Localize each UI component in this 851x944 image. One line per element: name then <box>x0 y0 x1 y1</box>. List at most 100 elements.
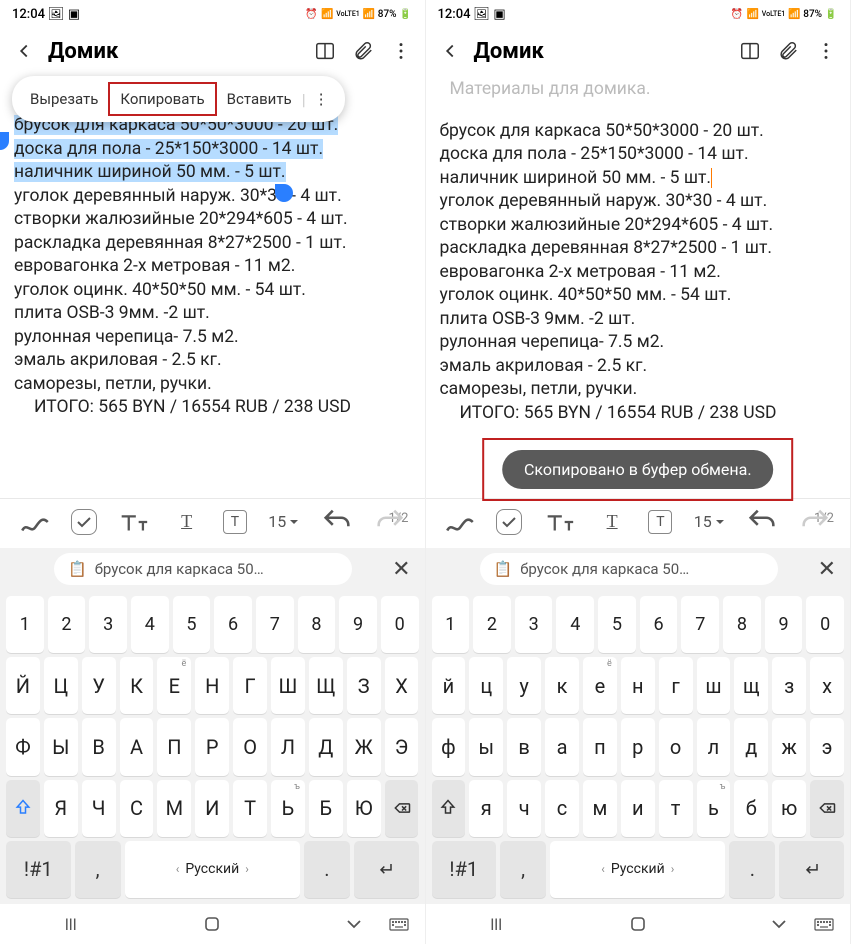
key-7[interactable]: 7 <box>681 596 719 653</box>
key-ь[interactable]: Ьъ <box>271 780 305 837</box>
key-6[interactable]: 6 <box>214 596 252 653</box>
key-backspace[interactable] <box>810 780 844 837</box>
redo-icon[interactable] <box>373 505 407 539</box>
key-з[interactable]: З <box>347 657 381 714</box>
key-р[interactable]: Р <box>195 718 229 775</box>
key-щ[interactable]: щ <box>734 657 768 714</box>
more-icon[interactable] <box>387 37 415 65</box>
key-5[interactable]: 5 <box>173 596 211 653</box>
key-symbols[interactable]: !#1 <box>432 841 497 898</box>
key-й[interactable]: Й <box>6 657 40 714</box>
key-в[interactable]: В <box>82 718 116 775</box>
keyboard-switch-icon[interactable] <box>812 912 836 936</box>
key-б[interactable]: б <box>734 780 768 837</box>
key-2[interactable]: 2 <box>48 596 86 653</box>
key-ш[interactable]: ш <box>697 657 731 714</box>
underline-icon[interactable]: T <box>170 505 204 539</box>
book-icon[interactable] <box>311 37 339 65</box>
key-в[interactable]: в <box>507 718 541 775</box>
key-comma[interactable]: , <box>75 841 121 898</box>
key-х[interactable]: х <box>810 657 844 714</box>
key-х[interactable]: Х <box>385 657 419 714</box>
note-body[interactable]: Материалы для домика. брусок для каркаса… <box>426 78 851 425</box>
key-ц[interactable]: Ц <box>44 657 78 714</box>
underline-icon[interactable]: T <box>595 505 629 539</box>
key-space[interactable]: ‹Русский› <box>125 841 300 898</box>
back-button[interactable] <box>10 37 38 65</box>
key-е[interactable]: её <box>583 657 617 714</box>
key-г[interactable]: г <box>659 657 693 714</box>
menu-cut[interactable]: Вырезать <box>20 84 108 114</box>
key-о[interactable]: О <box>233 718 267 775</box>
checkbox-icon[interactable] <box>496 509 522 535</box>
key-ц[interactable]: ц <box>469 657 503 714</box>
attach-icon[interactable] <box>349 37 377 65</box>
key-э[interactable]: э <box>810 718 844 775</box>
clipboard-pill[interactable]: 📋 брусок для каркаса 50… <box>480 553 778 585</box>
key-0[interactable]: 0 <box>806 596 844 653</box>
attach-icon[interactable] <box>774 37 802 65</box>
key-period[interactable]: . <box>304 841 350 898</box>
key-space[interactable]: ‹Русский› <box>550 841 725 898</box>
key-т[interactable]: Т <box>233 780 267 837</box>
menu-more[interactable]: ⋮ <box>306 86 337 112</box>
key-ю[interactable]: Ю <box>347 780 381 837</box>
close-icon[interactable]: ✕ <box>818 557 836 582</box>
key-enter[interactable] <box>354 841 419 898</box>
key-enter[interactable] <box>779 841 844 898</box>
key-с[interactable]: С <box>120 780 154 837</box>
fontsize-select[interactable]: 15 <box>692 505 726 539</box>
textcolor-icon[interactable]: T <box>648 510 672 534</box>
key-к[interactable]: к <box>545 657 579 714</box>
key-п[interactable]: п <box>583 718 617 775</box>
selection-handle-start[interactable] <box>0 132 9 150</box>
key-ю[interactable]: ю <box>772 780 806 837</box>
key-ч[interactable]: ч <box>507 780 541 837</box>
key-а[interactable]: А <box>120 718 154 775</box>
key-у[interactable]: У <box>82 657 116 714</box>
key-д[interactable]: д <box>734 718 768 775</box>
textsize-icon[interactable] <box>116 505 150 539</box>
key-я[interactable]: Я <box>44 780 78 837</box>
key-comma[interactable]: , <box>500 841 546 898</box>
key-е[interactable]: Её <box>157 657 191 714</box>
key-6[interactable]: 6 <box>640 596 678 653</box>
textcolor-icon[interactable]: T <box>223 510 247 534</box>
clipboard-pill[interactable]: 📋 брусок для каркаса 50… <box>54 553 352 585</box>
undo-icon[interactable] <box>745 505 779 539</box>
textsize-icon[interactable] <box>542 505 576 539</box>
key-д[interactable]: Д <box>309 718 343 775</box>
key-щ[interactable]: Щ <box>309 657 343 714</box>
selection-handle-end[interactable] <box>275 184 293 202</box>
key-7[interactable]: 7 <box>256 596 294 653</box>
checkbox-icon[interactable] <box>71 509 97 535</box>
key-я[interactable]: я <box>469 780 503 837</box>
key-9[interactable]: 9 <box>339 596 377 653</box>
key-ш[interactable]: Ш <box>271 657 305 714</box>
key-ы[interactable]: ы <box>469 718 503 775</box>
menu-copy[interactable]: Копировать <box>108 82 216 116</box>
key-м[interactable]: М <box>157 780 191 837</box>
key-п[interactable]: П <box>157 718 191 775</box>
key-ы[interactable]: Ы <box>44 718 78 775</box>
key-ф[interactable]: ф <box>432 718 466 775</box>
key-backspace[interactable] <box>385 780 419 837</box>
redo-icon[interactable] <box>798 505 832 539</box>
draw-icon[interactable] <box>443 505 477 539</box>
key-9[interactable]: 9 <box>765 596 803 653</box>
key-у[interactable]: у <box>507 657 541 714</box>
key-8[interactable]: 8 <box>298 596 336 653</box>
home-button[interactable] <box>200 912 224 936</box>
key-0[interactable]: 0 <box>381 596 419 653</box>
back-button[interactable] <box>436 37 464 65</box>
draw-icon[interactable] <box>18 505 52 539</box>
key-1[interactable]: 1 <box>6 596 44 653</box>
key-shift[interactable] <box>6 780 40 837</box>
home-button[interactable] <box>626 912 650 936</box>
key-с[interactable]: с <box>545 780 579 837</box>
key-ж[interactable]: Ж <box>347 718 381 775</box>
key-4[interactable]: 4 <box>131 596 169 653</box>
recents-button[interactable]: lll <box>484 912 508 936</box>
key-1[interactable]: 1 <box>432 596 470 653</box>
key-э[interactable]: Э <box>385 718 419 775</box>
